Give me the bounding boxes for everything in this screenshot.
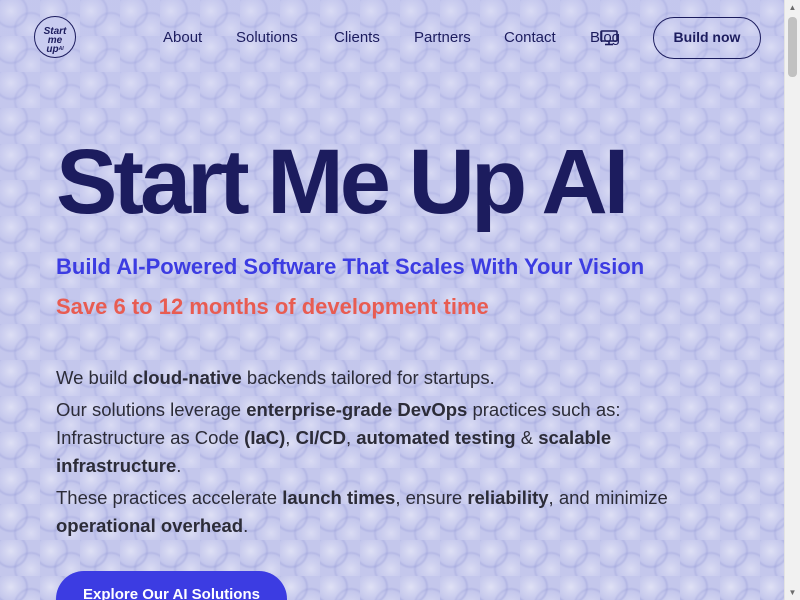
emphasis-automated-testing: automated testing (356, 427, 516, 448)
hero-title: Start Me Up AI (56, 131, 629, 233)
text-run: , ensure (395, 487, 468, 508)
text-run: . (176, 455, 182, 476)
emphasis-operational-overhead: operational overhead (56, 515, 244, 536)
emphasis-cloud-native: cloud-native (132, 367, 242, 388)
nav-link-solutions[interactable]: Solutions (236, 28, 298, 48)
page: Start me upAI About Solutions Clients Pa… (0, 0, 800, 600)
description: We build cloud-native backends tailored … (56, 364, 716, 544)
text-run: backends tailored for startups. (241, 367, 495, 388)
explore-solutions-button[interactable]: Explore Our AI Solutions (56, 571, 287, 600)
emphasis-devops: enterprise-grade DevOps (246, 399, 468, 420)
text-run: & (515, 427, 539, 448)
vertical-scrollbar[interactable]: ▲ ▼ (784, 0, 800, 600)
text-run: , (345, 427, 357, 448)
logo-line3: up (46, 44, 59, 55)
nav-link-contact[interactable]: Contact (504, 28, 556, 48)
scroll-down-icon[interactable]: ▼ (785, 585, 800, 600)
description-paragraph-2: Our solutions leverage enterprise-grade … (56, 396, 716, 480)
text-run: , and minimize (548, 487, 668, 508)
logo-mark: AI (58, 46, 64, 52)
text-run: We build (56, 367, 133, 388)
nav-link-partners[interactable]: Partners (414, 28, 471, 48)
scroll-up-icon[interactable]: ▲ (785, 0, 800, 15)
monitor-icon (600, 30, 618, 46)
text-run: , (285, 427, 296, 448)
emphasis-reliability: reliability (467, 487, 549, 508)
hero-subtitle: Build AI-Powered Software That Scales Wi… (56, 254, 645, 279)
logo[interactable]: Start me upAI (34, 16, 76, 58)
hero-tagline: Save 6 to 12 months of development time (56, 294, 489, 319)
emphasis-cicd: CI/CD (295, 427, 346, 448)
scrollbar-thumb[interactable] (788, 17, 797, 77)
text-run: Our solutions leverage (56, 399, 247, 420)
text-run: These practices accelerate (56, 487, 283, 508)
nav-link-about[interactable]: About (163, 28, 202, 48)
text-run: . (243, 515, 249, 536)
emphasis-iac: (IaC) (244, 427, 286, 448)
build-now-button[interactable]: Build now (653, 17, 761, 59)
description-paragraph-3: These practices accelerate launch times,… (56, 484, 716, 540)
description-paragraph-1: We build cloud-native backends tailored … (56, 364, 716, 392)
emphasis-launch-times: launch times (282, 487, 396, 508)
nav-link-clients[interactable]: Clients (334, 28, 380, 48)
top-navigation: Start me upAI About Solutions Clients Pa… (0, 0, 785, 76)
